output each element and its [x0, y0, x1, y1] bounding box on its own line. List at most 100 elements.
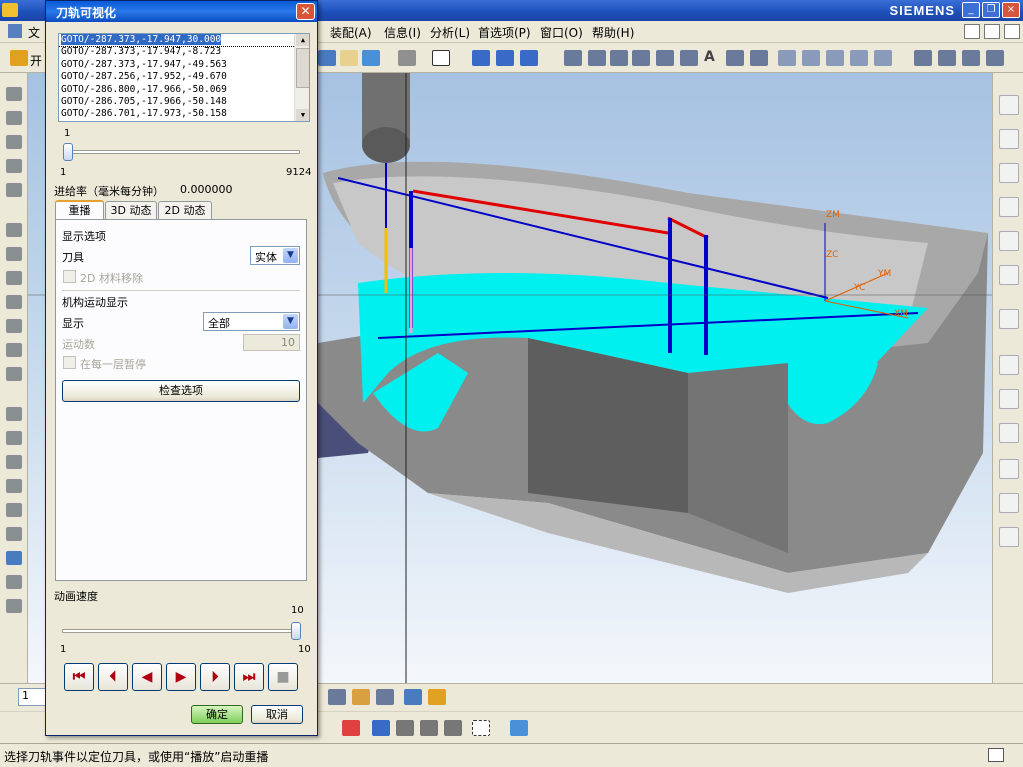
- doc-close-icon[interactable]: [1004, 24, 1020, 39]
- goto-list-item[interactable]: GOTO/-287.373,-17.947,-8.723: [59, 46, 309, 58]
- menu-information[interactable]: 信息(I): [384, 24, 421, 41]
- play-backward-button[interactable]: ◀: [132, 663, 162, 691]
- fast-forward-to-end-button[interactable]: ⏭: [234, 663, 264, 691]
- tool-icon-11[interactable]: [6, 343, 22, 357]
- cancel-button[interactable]: 取消: [251, 705, 303, 724]
- rewind-to-start-button[interactable]: ⏮: [64, 663, 94, 691]
- fullscreen-icon[interactable]: [988, 748, 1004, 762]
- circle-icon[interactable]: [610, 50, 628, 66]
- motion-count-field[interactable]: 10: [243, 334, 300, 351]
- reuse-library-icon[interactable]: [999, 197, 1019, 217]
- tool-icon-8[interactable]: [6, 271, 22, 285]
- text-icon[interactable]: A: [704, 49, 715, 65]
- more-tools-icon[interactable]: [986, 50, 1004, 66]
- ok-button[interactable]: 确定: [191, 705, 243, 724]
- menu-analysis[interactable]: 分析(L): [430, 24, 470, 41]
- wcs-rotate-icon[interactable]: [520, 50, 538, 66]
- dialog-close-icon[interactable]: ✕: [296, 3, 315, 20]
- menu-help[interactable]: 帮助(H): [592, 24, 634, 41]
- shaded-icon[interactable]: [398, 50, 416, 66]
- tool-display-select[interactable]: 实体 ▼: [250, 246, 300, 265]
- tab-3d-dynamic[interactable]: 3D 动态: [105, 201, 157, 220]
- tool-icon-12[interactable]: [6, 367, 22, 381]
- goto-list-item[interactable]: GOTO/-286.701,-17.973,-50.158: [59, 108, 309, 120]
- check-options-button[interactable]: 检查选项: [62, 380, 300, 402]
- tool-icon-16[interactable]: [6, 479, 22, 493]
- menu-assembly[interactable]: 装配(A): [330, 24, 372, 41]
- operation-navigator-icon[interactable]: [999, 163, 1019, 183]
- analysis-icon[interactable]: [914, 50, 932, 66]
- assembly-navigator-icon[interactable]: [999, 95, 1019, 115]
- snap-icon[interactable]: [352, 689, 370, 705]
- web-browser-icon[interactable]: [999, 265, 1019, 285]
- tool-icon-6[interactable]: [6, 223, 22, 237]
- offset-icon[interactable]: [680, 50, 698, 66]
- close-window-icon[interactable]: ×: [1002, 2, 1020, 18]
- box-select-icon[interactable]: [472, 720, 490, 736]
- event-slider-thumb[interactable]: [63, 143, 73, 161]
- history-icon[interactable]: [999, 309, 1019, 329]
- tool-icon-2[interactable]: [6, 111, 22, 125]
- tool-icon-14[interactable]: [6, 431, 22, 445]
- rectangle-icon[interactable]: [726, 50, 744, 66]
- measure-icon[interactable]: [938, 50, 956, 66]
- tool-icon-20[interactable]: [6, 575, 22, 589]
- goto-list[interactable]: GOTO/-287.373,-17.947,30.000 GOTO/-287.37…: [58, 33, 310, 122]
- measure-distance-icon[interactable]: [404, 689, 422, 705]
- solid-icon[interactable]: [396, 720, 414, 736]
- tool-icon-7[interactable]: [6, 247, 22, 261]
- csys-icon[interactable]: [342, 720, 360, 736]
- goto-list-scrollbar[interactable]: ▲ ▼: [294, 34, 309, 121]
- scroll-thumb[interactable]: [296, 48, 309, 88]
- filter-icon[interactable]: [376, 689, 394, 705]
- hd3d-tools-icon[interactable]: [999, 231, 1019, 251]
- point-icon[interactable]: [656, 50, 674, 66]
- history-clock-icon[interactable]: [999, 355, 1019, 375]
- goto-list-item[interactable]: GOTO/-287.373,-17.947,-49.563: [59, 59, 309, 71]
- tool-icon-3[interactable]: [6, 135, 22, 149]
- goto-list-item[interactable]: GOTO/-286.700,-17.975,-50.159: [59, 121, 309, 122]
- tool-icon-1[interactable]: [6, 87, 22, 101]
- undo-icon[interactable]: [372, 720, 390, 736]
- section-icon[interactable]: [962, 50, 980, 66]
- start-icon[interactable]: [10, 50, 28, 66]
- fit-view-icon[interactable]: [340, 50, 358, 66]
- doc-minimize-icon[interactable]: [964, 24, 980, 39]
- motion-display-select[interactable]: 全部 ▼: [203, 312, 300, 331]
- tab-2d-dynamic[interactable]: 2D 动态: [158, 201, 212, 220]
- tool-icon-18[interactable]: [6, 527, 22, 541]
- doc-restore-icon[interactable]: [984, 24, 1000, 39]
- goto-list-item[interactable]: GOTO/-287.373,-17.947,30.000: [59, 34, 309, 48]
- tool-icon-19[interactable]: [6, 551, 22, 565]
- cube-icon[interactable]: [510, 720, 528, 736]
- menu-file[interactable]: 文: [28, 24, 40, 41]
- step-forward-button[interactable]: ⏵: [200, 663, 230, 691]
- roles-icon[interactable]: [999, 493, 1019, 513]
- wcs-orient-icon[interactable]: [496, 50, 514, 66]
- start-button-label[interactable]: 开: [30, 52, 42, 69]
- tab-replay[interactable]: 重播: [55, 200, 104, 221]
- animation-speed-thumb[interactable]: [291, 622, 301, 640]
- goto-list-item[interactable]: GOTO/-286.705,-17.966,-50.148: [59, 96, 309, 108]
- event-slider-track[interactable]: [66, 150, 300, 154]
- rotate-icon[interactable]: [318, 50, 336, 66]
- goto-list-item[interactable]: GOTO/-286.800,-17.966,-50.069: [59, 84, 309, 96]
- goto-list-item[interactable]: GOTO/-287.256,-17.952,-49.670: [59, 71, 309, 83]
- tool-icon-4[interactable]: [6, 159, 22, 173]
- system-scene-icon[interactable]: [999, 527, 1019, 547]
- tool-icon-9[interactable]: [6, 295, 22, 309]
- selection-field[interactable]: 1: [18, 688, 48, 706]
- system-materials-icon[interactable]: [999, 389, 1019, 409]
- polygon-icon[interactable]: [750, 50, 768, 66]
- extend-icon[interactable]: [850, 50, 868, 66]
- minimize-icon[interactable]: _: [962, 2, 980, 18]
- tool-icon-17[interactable]: [6, 503, 22, 517]
- process-studio-icon[interactable]: [999, 423, 1019, 443]
- step-back-button[interactable]: ⏴: [98, 663, 128, 691]
- stop-button[interactable]: ■: [268, 663, 298, 691]
- restore-icon[interactable]: ❐: [982, 2, 1000, 18]
- blend-icon[interactable]: [420, 720, 438, 736]
- pause-each-layer-checkbox[interactable]: [63, 356, 76, 369]
- tool-icon-21[interactable]: [6, 599, 22, 613]
- spline-icon[interactable]: [632, 50, 650, 66]
